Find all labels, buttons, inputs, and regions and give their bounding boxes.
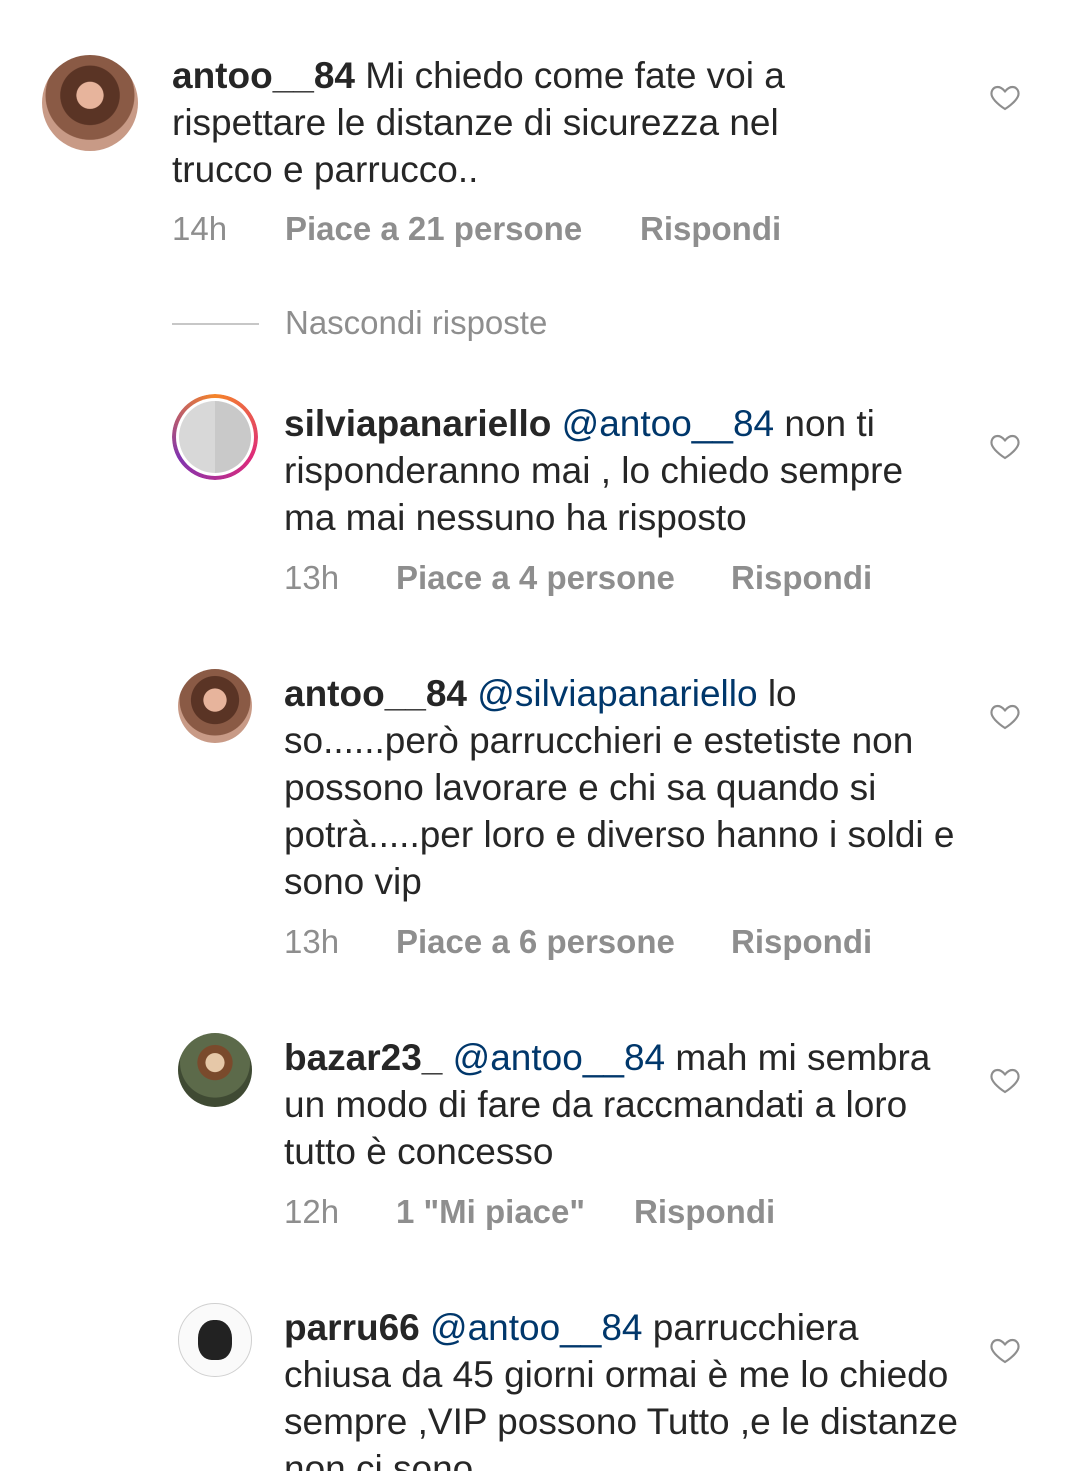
mention-link[interactable]: @antoo__84 bbox=[442, 1037, 665, 1078]
comment-username[interactable]: antoo__84 bbox=[172, 55, 355, 96]
heart-outline-icon[interactable] bbox=[988, 430, 1022, 462]
hide-replies-toggle[interactable]: Nascondi risposte bbox=[172, 304, 772, 344]
heart-outline-icon[interactable] bbox=[988, 1064, 1022, 1096]
mention-link[interactable]: @antoo__84 bbox=[551, 403, 774, 444]
likes-count-link[interactable]: Piace a 4 persone bbox=[396, 559, 675, 597]
comment-meta: 12h 1 "Mi piace" Rispondi bbox=[284, 1193, 984, 1233]
divider-line bbox=[172, 323, 259, 325]
comment-time: 12h bbox=[284, 1193, 340, 1230]
avatar-antoo84[interactable] bbox=[42, 55, 138, 151]
reply-button[interactable]: Rispondi bbox=[634, 1193, 775, 1231]
comment-text: antoo__84 @silviapanariello lo so......p… bbox=[284, 670, 964, 905]
comment-text: antoo__84 Mi chiedo come fate voi a risp… bbox=[172, 52, 862, 193]
heart-outline-icon[interactable] bbox=[988, 700, 1022, 732]
avatar-antoo84[interactable] bbox=[178, 669, 252, 743]
likes-count-link[interactable]: Piace a 21 persone bbox=[285, 210, 582, 248]
comment-text: parru66 @antoo__84 parrucchiera chiusa d… bbox=[284, 1304, 964, 1471]
avatar-silviapanariello[interactable] bbox=[172, 394, 258, 480]
heart-outline-icon[interactable] bbox=[988, 1334, 1022, 1366]
likes-count-link[interactable]: 1 "Mi piace" bbox=[396, 1193, 585, 1231]
comment-meta: 13h Piace a 4 persone Rispondi bbox=[284, 559, 984, 599]
comment-meta: 13h Piace a 6 persone Rispondi bbox=[284, 923, 984, 963]
likes-count-link[interactable]: Piace a 6 persone bbox=[396, 923, 675, 961]
comment-username[interactable]: antoo__84 bbox=[284, 673, 467, 714]
comment-text: bazar23_ @antoo__84 mah mi sembra un mod… bbox=[284, 1034, 964, 1175]
reply-button[interactable]: Rispondi bbox=[731, 559, 872, 597]
reply-button[interactable]: Rispondi bbox=[731, 923, 872, 961]
avatar-parru66[interactable] bbox=[178, 1303, 252, 1377]
avatar-image bbox=[198, 1320, 232, 1360]
comment-meta: 14h Piace a 21 persone Rispondi bbox=[172, 210, 872, 250]
comment-time: 14h bbox=[172, 210, 228, 247]
comment-text: silviapanariello @antoo__84 non ti rispo… bbox=[284, 400, 964, 541]
story-ring bbox=[172, 394, 258, 480]
comment-username[interactable]: silviapanariello bbox=[284, 403, 551, 444]
comment-time: 13h bbox=[284, 559, 340, 596]
heart-outline-icon[interactable] bbox=[988, 81, 1022, 113]
comment-time: 13h bbox=[284, 923, 340, 960]
reply-button[interactable]: Rispondi bbox=[640, 210, 781, 248]
comment-username[interactable]: bazar23_ bbox=[284, 1037, 442, 1078]
hide-replies-label: Nascondi risposte bbox=[285, 304, 548, 341]
mention-link[interactable]: @silviapanariello bbox=[467, 673, 757, 714]
mention-link[interactable]: @antoo__84 bbox=[420, 1307, 642, 1348]
comment-username[interactable]: parru66 bbox=[284, 1307, 420, 1348]
avatar-bazar23[interactable] bbox=[178, 1033, 252, 1107]
